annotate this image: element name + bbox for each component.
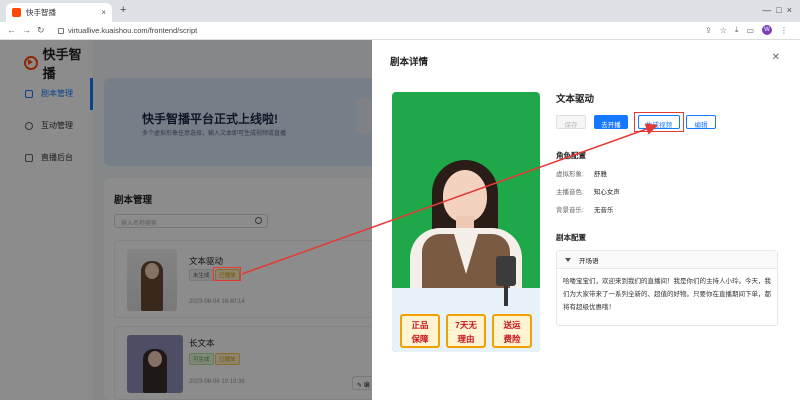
kuaishou-favicon-icon <box>12 8 21 17</box>
url-text: virtuallive.kuaishou.com/frontend/script <box>68 26 198 35</box>
script-detail-drawer: 剧本详情 ✕ 正品 保障 7天无 理由 送运 费险 文本驱动 保存 去开播 生成视频 … <box>372 40 800 400</box>
role-config-row: 主播音色: 知心女声 <box>556 189 620 196</box>
navigation-icons[interactable]: ←→↻ <box>7 25 51 36</box>
drawer-title: 剧本详情 <box>390 57 429 68</box>
promo-sticker: 7天无 理由 <box>446 314 486 348</box>
profile-avatar[interactable]: W <box>762 25 772 35</box>
browser-toolbar-icons: ⇪ ☆ ⤓ ▭ W ⋮ <box>705 25 788 35</box>
modal-overlay[interactable] <box>0 40 372 400</box>
annotation-highlight-box <box>634 112 684 132</box>
promo-sticker: 正品 保障 <box>400 314 440 348</box>
role-config-title: 角色配置 <box>556 151 586 160</box>
browser-tabbar: 快手智播 × + — □ × <box>0 0 800 22</box>
phone-icon <box>496 256 516 286</box>
caret-down-icon <box>565 257 571 262</box>
annotation-highlight-box <box>213 267 241 281</box>
promo-sticker: 送运 费险 <box>492 314 532 348</box>
more-icon[interactable]: ⋮ <box>780 26 788 35</box>
browser-tab[interactable]: 快手智播 × <box>6 3 112 22</box>
role-config-row: 背景音乐: 无音乐 <box>556 207 614 214</box>
video-preview: 正品 保障 7天无 理由 送运 费险 <box>392 92 540 352</box>
opening-lines-panel: 开场语 哈喽宝宝们，欢迎来到我们的直播间！我是你们的主持人小玲。今天，我们为大家… <box>556 250 778 326</box>
star-icon[interactable]: ☆ <box>720 26 727 35</box>
save-button[interactable]: 保存 <box>556 115 586 129</box>
opening-lines-content: 哈喽宝宝们，欢迎来到我们的直播间！我是你们的主持人小玲。今天，我们为大家带来了一… <box>563 278 771 311</box>
download-icon[interactable]: ⤓ <box>735 25 739 35</box>
script-config-title: 剧本配置 <box>556 233 586 242</box>
window-icon[interactable]: ▭ <box>746 26 754 35</box>
address-bar: ←→↻ virtuallive.kuaishou.com/frontend/sc… <box>0 22 800 40</box>
lock-icon <box>58 28 64 34</box>
new-tab-icon[interactable]: + <box>120 4 126 16</box>
tab-title: 快手智播 <box>26 8 56 17</box>
window-controls-icon[interactable]: — □ × <box>762 5 792 15</box>
share-icon[interactable]: ⇪ <box>705 26 712 35</box>
script-name: 文本驱动 <box>556 94 595 105</box>
edit-script-button[interactable]: 编辑 <box>686 115 716 129</box>
opening-lines-title: 开场语 <box>579 257 599 265</box>
role-config-row: 虚拟形象: 舒雅 <box>556 171 607 178</box>
go-live-button[interactable]: 去开播 <box>594 115 628 129</box>
opening-lines-header[interactable]: 开场语 <box>557 251 777 269</box>
close-icon[interactable]: ✕ <box>772 52 780 63</box>
url-field[interactable]: virtuallive.kuaishou.com/frontend/script <box>58 26 197 35</box>
close-tab-icon[interactable]: × <box>101 8 106 17</box>
